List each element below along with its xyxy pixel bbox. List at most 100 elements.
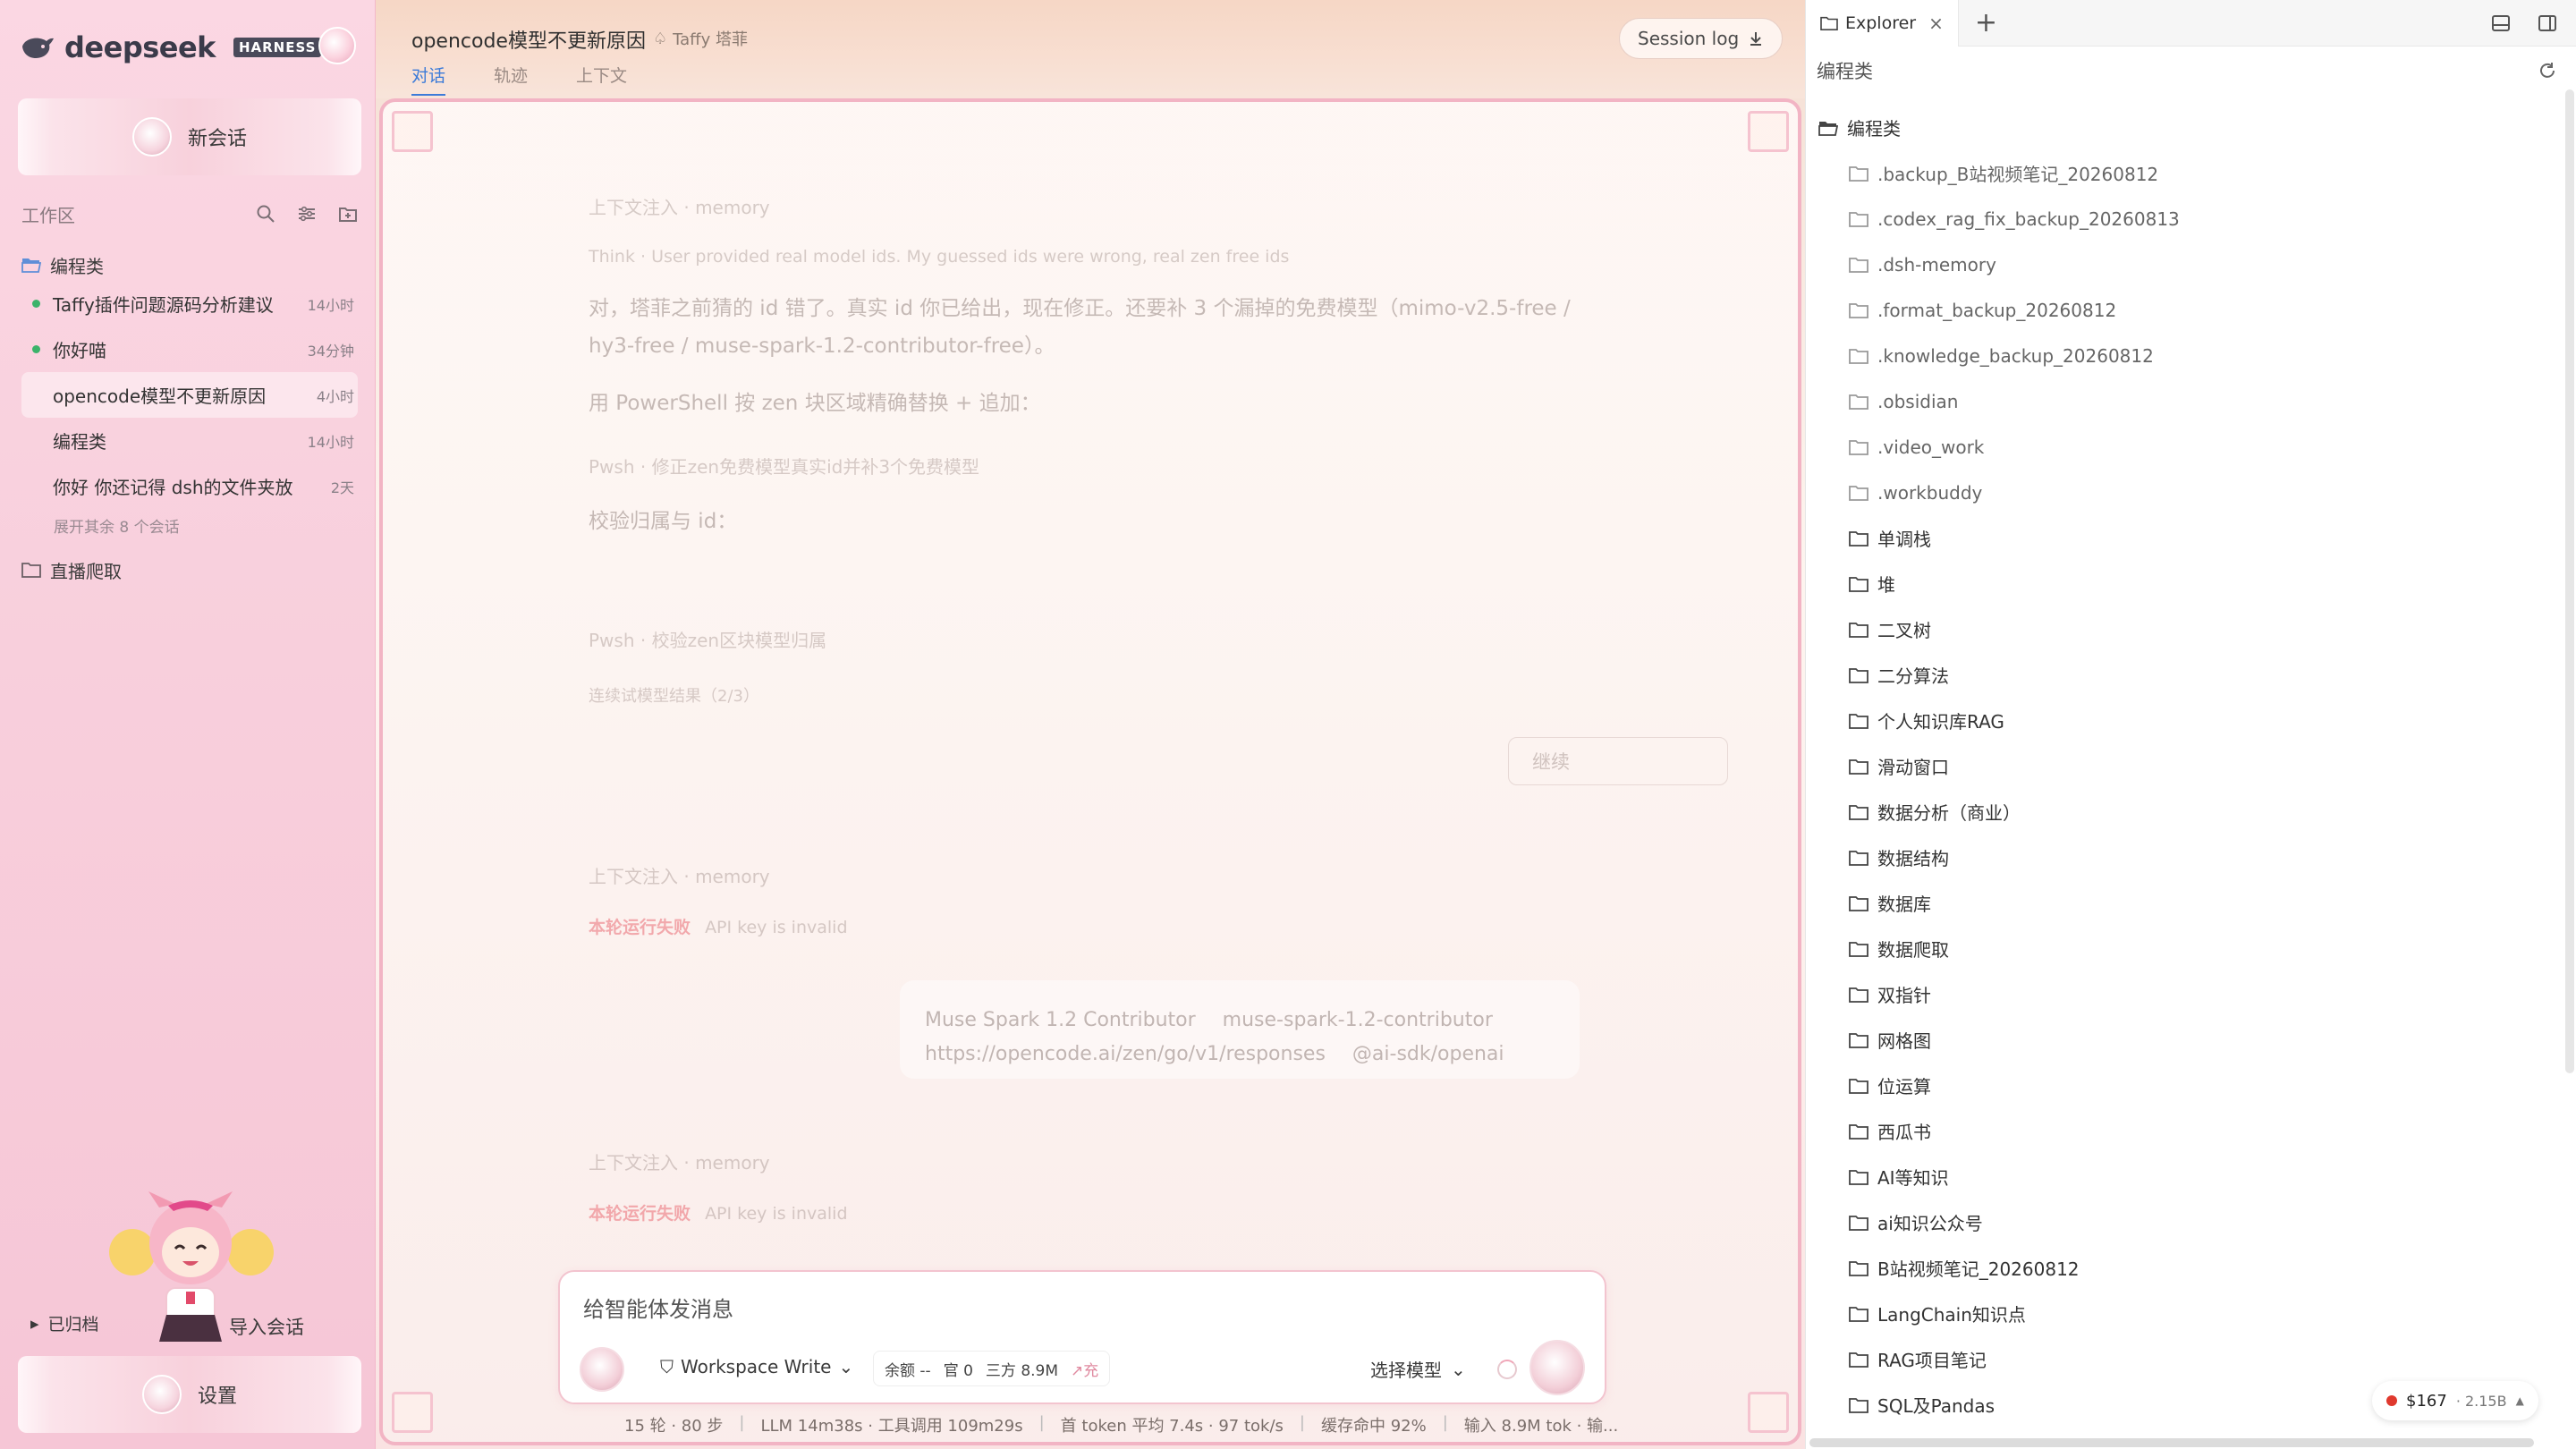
status-first-token: 首 token 平均 7.4s · 97 tok/s	[1060, 1417, 1284, 1436]
folder-open-icon	[21, 258, 41, 273]
tree-folder-item[interactable]: .video_work	[1806, 424, 2557, 470]
tree-folder-item[interactable]: 西瓜书	[1806, 1108, 2557, 1154]
caret-right-icon: ▸	[30, 1313, 39, 1334]
session-log-button[interactable]: Session log	[1619, 18, 1784, 59]
agent-chip[interactable]: ♤ Taffy 塔菲	[653, 27, 748, 50]
session-item[interactable]: 你好 你还记得 dsh的文件夹放 2天	[21, 463, 358, 509]
tree-folder-item[interactable]: .obsidian	[1806, 378, 2557, 424]
folder-icon	[1849, 1123, 1868, 1140]
think-line[interactable]: Think · User provided real model ids. My…	[589, 247, 1289, 267]
add-tab-icon[interactable]: +	[1975, 7, 1997, 38]
run-status-bar: 15 轮 · 80 步 | LLM 14m38s · 工具调用 109m29s …	[624, 1413, 1619, 1436]
tree-folder-item[interactable]: .knowledge_backup_20260812	[1806, 333, 2557, 378]
settings-button[interactable]: 设置	[18, 1356, 361, 1433]
horizontal-scrollbar[interactable]	[1809, 1438, 2534, 1447]
tree-folder-item[interactable]: .workbuddy	[1806, 470, 2557, 515]
session-title: 你好 你还记得 dsh的文件夹放	[53, 477, 293, 498]
folder-label: .knowledge_backup_20260812	[1877, 344, 2154, 367]
vertical-scrollbar[interactable]	[2565, 89, 2574, 1073]
tab-explorer[interactable]: Explorer ×	[1806, 0, 1959, 47]
tree-folder-item[interactable]: .codex_rag_fix_backup_20260813	[1806, 196, 2557, 242]
usage-cost-chip[interactable]: $167 · 2.15B ▲	[2372, 1381, 2538, 1420]
message-input[interactable]: 给智能体发消息	[583, 1292, 733, 1323]
online-dot	[32, 300, 40, 308]
context-inject-line[interactable]: 上下文注入 · memory	[589, 862, 770, 888]
archived-label: 已归档	[47, 1315, 99, 1335]
status-llm: LLM 14m38s · 工具调用 109m29s	[760, 1417, 1023, 1436]
folder-icon	[1849, 804, 1868, 820]
panel-right-icon[interactable]	[2537, 13, 2558, 34]
continue-input[interactable]: 继续	[1508, 737, 1728, 785]
tree-folder-item[interactable]: 位运算	[1806, 1063, 2557, 1108]
tree-folder-item[interactable]: 数据库	[1806, 880, 2557, 926]
folder-icon	[1849, 1260, 1868, 1276]
tree-folder-item[interactable]: 数据分析（商业）	[1806, 789, 2557, 835]
caret-up-icon: ▲	[2515, 1394, 2524, 1407]
tree-folder-item[interactable]: .dsh-memory	[1806, 242, 2557, 287]
folder-label: 数据分析（商业）	[1877, 802, 2021, 824]
tree-folder-item[interactable]: 二叉树	[1806, 606, 2557, 652]
tree-folder-item[interactable]: .backup_B站视频笔记_20260812	[1806, 150, 2557, 196]
session-time: 14小时	[307, 433, 354, 451]
tree-folder-item[interactable]: AI等知识	[1806, 1154, 2557, 1199]
model-select[interactable]: 选择模型 ⌄	[1370, 1356, 1466, 1382]
tree-folder-item[interactable]: 双指针	[1806, 971, 2557, 1017]
session-log-label: Session log	[1638, 28, 1740, 49]
tree-folder-item[interactable]: 数据结构	[1806, 835, 2557, 880]
session-item[interactable]: 编程类 14小时	[21, 418, 358, 463]
tree-folder-item[interactable]: .format_backup_20260812	[1806, 287, 2557, 333]
session-item[interactable]: Taffy插件问题源码分析建议 14小时	[21, 281, 358, 326]
user-avatar[interactable]	[318, 27, 356, 64]
permission-mode-select[interactable]: ⛉ Workspace Write ⌄	[660, 1356, 853, 1377]
search-icon[interactable]	[256, 204, 275, 224]
agent-avatar[interactable]	[580, 1347, 624, 1392]
tool-call-line[interactable]: Pwsh · 修正zen免费模型真实id并补3个免费模型	[589, 453, 979, 479]
model-info-card: Muse Spark 1.2 Contributor muse-spark-1.2…	[900, 980, 1580, 1079]
tab-trace[interactable]: 轨迹	[494, 63, 528, 96]
filter-icon[interactable]	[297, 204, 317, 224]
recharge-link[interactable]: ↗充	[1071, 1358, 1098, 1380]
session-time: 4小时	[316, 387, 354, 405]
send-avatar-button[interactable]	[1530, 1340, 1585, 1395]
explorer-tab-bar: Explorer × +	[1806, 0, 2576, 47]
tree-folder-item[interactable]: 堆	[1806, 561, 2557, 606]
folder-icon	[1849, 485, 1868, 501]
message-composer[interactable]: 给智能体发消息 ⛉ Workspace Write ⌄ 余额 -- 官 0 三方…	[558, 1270, 1606, 1404]
close-icon[interactable]: ×	[1928, 13, 1944, 34]
tab-context[interactable]: 上下文	[576, 63, 627, 96]
context-inject-line[interactable]: 上下文注入 · memory	[589, 193, 770, 219]
folder-programming[interactable]: 编程类	[21, 249, 358, 281]
new-folder-icon[interactable]	[338, 204, 358, 224]
tool-call-line[interactable]: Pwsh · 校验zen区块模型归属	[589, 626, 826, 652]
retry-line[interactable]: 连续试模型结果（2/3）	[589, 683, 759, 707]
tree-folder-item[interactable]: 滑动窗口	[1806, 743, 2557, 789]
folder-label: 位运算	[1877, 1076, 1931, 1097]
session-item-active[interactable]: opencode模型不更新原因 4小时	[21, 372, 358, 418]
new-chat-button[interactable]: 新会话	[18, 98, 361, 175]
loading-spinner-icon	[1497, 1360, 1517, 1379]
panel-bottom-icon[interactable]	[2490, 13, 2512, 34]
tree-folder-item[interactable]: 数据爬取	[1806, 926, 2557, 971]
session-item[interactable]: 你好喵 34分钟	[21, 326, 358, 372]
folder-icon	[1849, 1306, 1868, 1322]
tree-folder-item[interactable]: B站视频笔记_20260812	[1806, 1245, 2557, 1291]
expand-more-sessions[interactable]: 展开其余 8 个会话	[21, 509, 358, 541]
refresh-icon[interactable]	[2537, 60, 2558, 81]
tree-root-folder[interactable]: 编程类	[1806, 105, 2557, 150]
app-logo[interactable]: deepseek HARNESS	[20, 30, 322, 64]
tree-folder-item[interactable]: 二分算法	[1806, 652, 2557, 698]
tree-folder-item[interactable]: 单调栈	[1806, 515, 2557, 561]
tab-chat[interactable]: 对话	[411, 63, 446, 96]
tree-folder-item[interactable]: 网格图	[1806, 1017, 2557, 1063]
tree-folder-item[interactable]: RAG项目笔记	[1806, 1336, 2557, 1382]
tree-folder-item[interactable]: LangChain知识点	[1806, 1291, 2557, 1336]
tree-folder-item[interactable]: 个人知识库RAG	[1806, 698, 2557, 743]
folder-label: AI等知识	[1877, 1167, 1949, 1189]
chat-frame: 上下文注入 · memory Think · User provided rea…	[379, 98, 1801, 1445]
archived-toggle[interactable]: ▸ 已归档	[30, 1311, 99, 1335]
context-inject-line[interactable]: 上下文注入 · memory	[589, 1148, 770, 1174]
folder-label: 直播爬取	[50, 560, 122, 582]
import-sessions-link[interactable]: 导入会话	[229, 1313, 304, 1340]
folder-live-scrape[interactable]: 直播爬取	[21, 554, 358, 586]
tree-folder-item[interactable]: ai知识公众号	[1806, 1199, 2557, 1245]
